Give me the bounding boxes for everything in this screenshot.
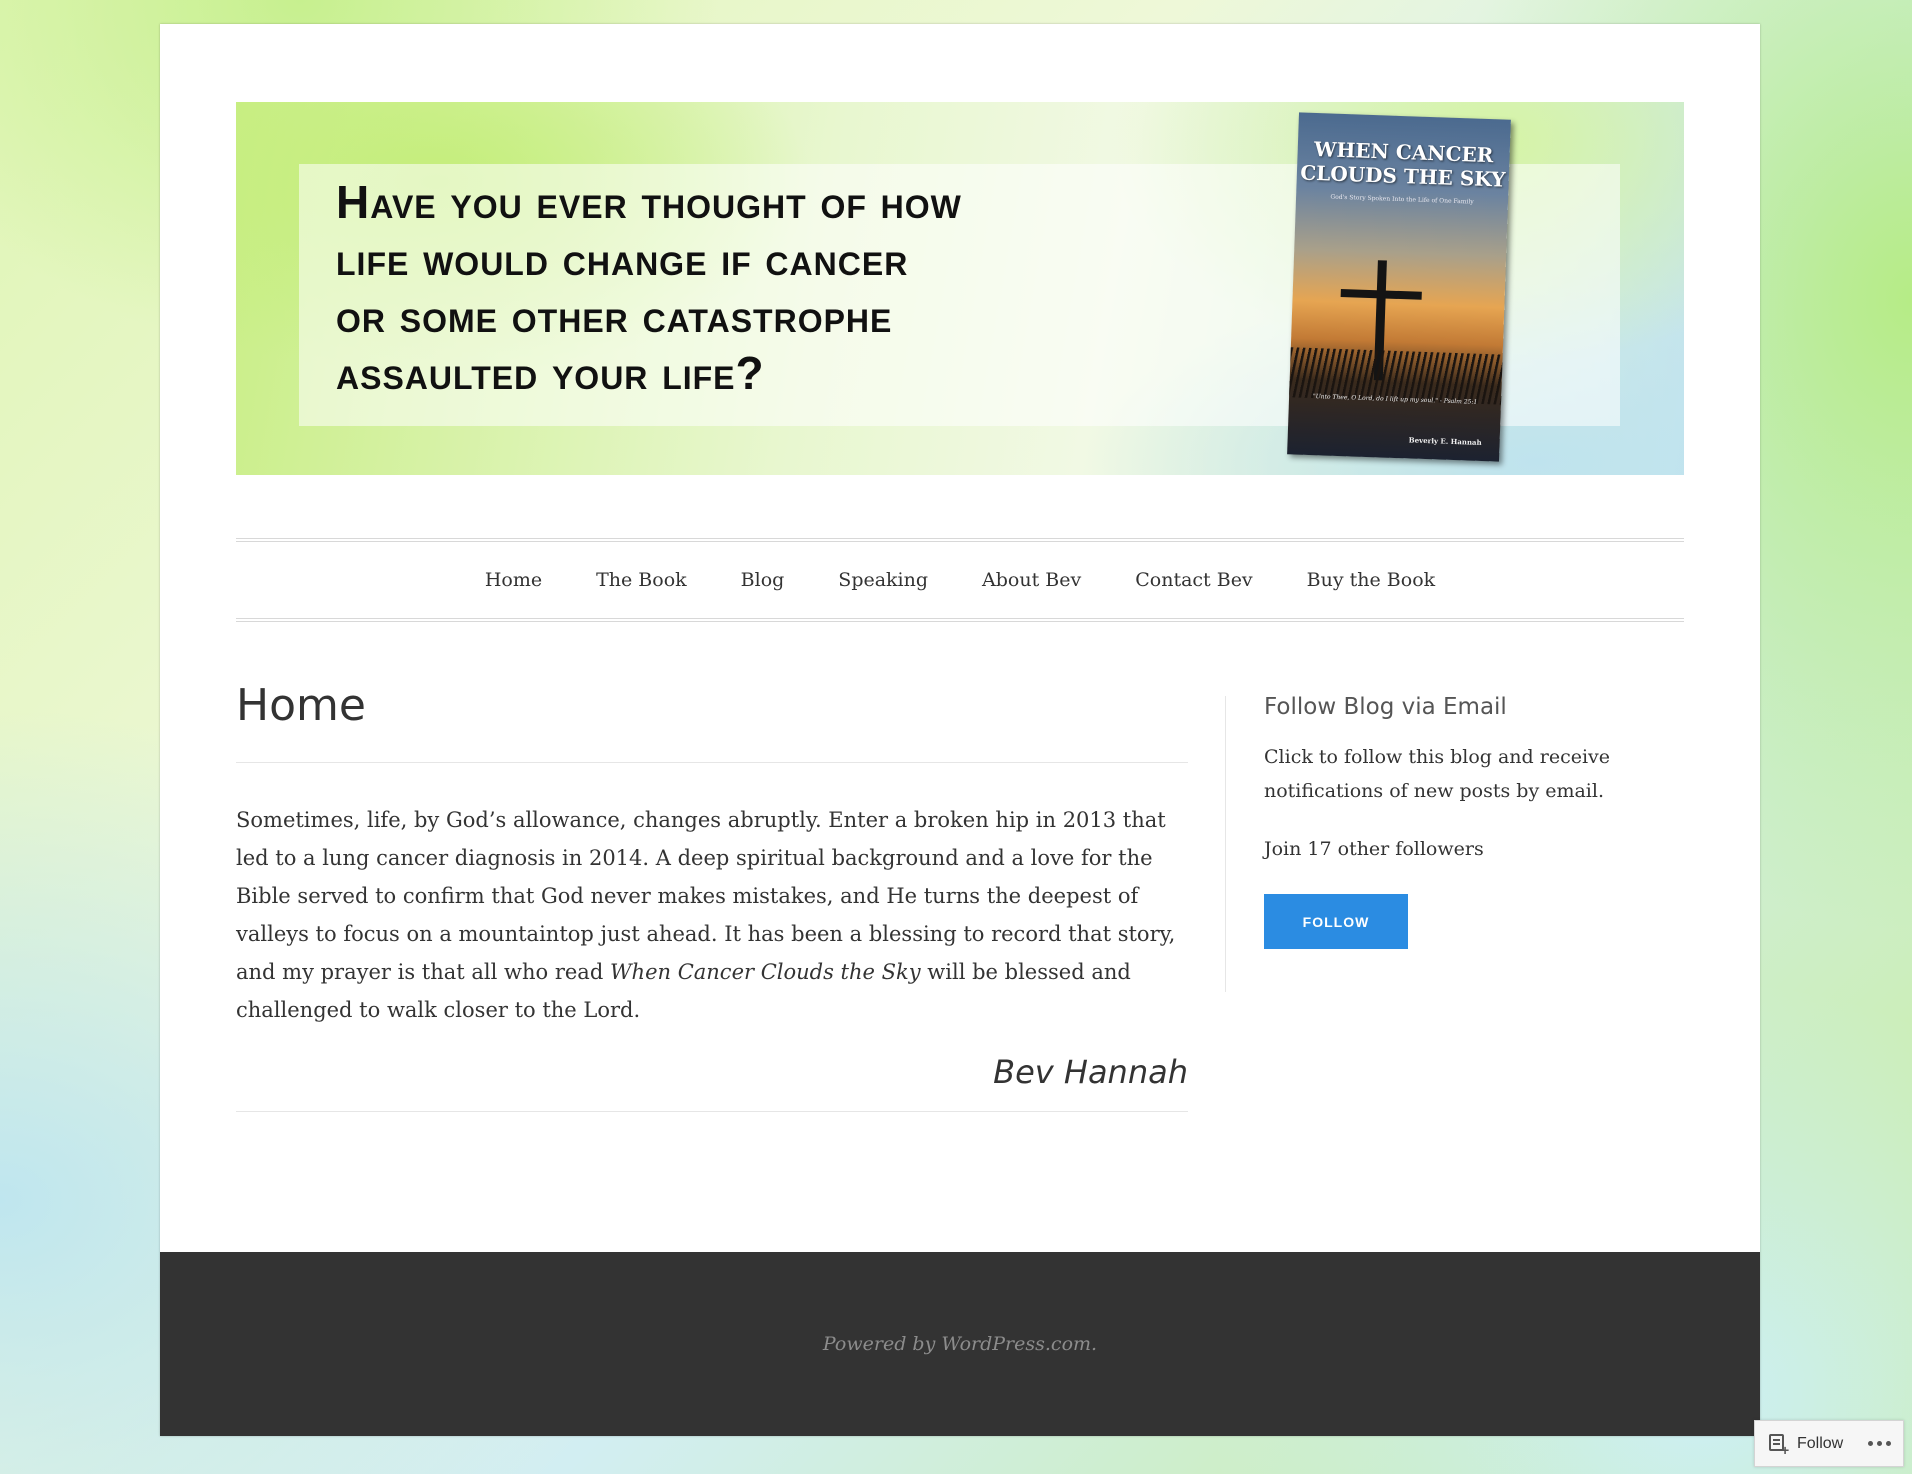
nav-item-buy-the-book[interactable]: Buy the Book xyxy=(1307,569,1435,591)
widget-description: Click to follow this blog and receive no… xyxy=(1264,746,1611,802)
more-options-icon[interactable] xyxy=(1868,1441,1891,1446)
nav-item-blog[interactable]: Blog xyxy=(741,569,785,591)
sidebar-follow-widget: Follow Blog via Email Click to follow th… xyxy=(1264,694,1644,949)
header-banner-image[interactable]: Have you ever thought of how life would … xyxy=(236,102,1684,475)
nav-item-about-bev[interactable]: About Bev xyxy=(982,569,1081,591)
book-cover-subtitle: God's Story Spoken Into the Life of One … xyxy=(1330,193,1474,206)
banner-headline: Have you ever thought of how life would … xyxy=(336,176,962,399)
reader-follow-icon: + xyxy=(1769,1433,1789,1457)
page-title: Home xyxy=(236,664,1188,763)
main-navigation: Home The Book Blog Speaking About Bev Co… xyxy=(236,538,1684,622)
followers-count-text: Join 17 other followers xyxy=(1264,838,1484,860)
powered-by-link[interactable]: Powered by WordPress.com. xyxy=(823,1333,1097,1355)
sidebar-divider xyxy=(1225,696,1226,992)
floating-follow-bar: + Follow xyxy=(1754,1420,1904,1467)
entry-body-text: Sometimes, life, by God’s allowance, cha… xyxy=(236,801,1188,1029)
body-text-part-1: Sometimes, life, by God’s allowance, cha… xyxy=(236,808,1176,984)
nav-item-contact-bev[interactable]: Contact Bev xyxy=(1135,569,1252,591)
nav-item-home[interactable]: Home xyxy=(485,569,542,591)
book-cover-image: WHEN CANCER CLOUDS THE SKY God's Story S… xyxy=(1287,112,1511,462)
main-content: Home Sometimes, life, by God’s allowance… xyxy=(236,664,1188,1112)
follow-button[interactable]: FOLLOW xyxy=(1264,894,1408,949)
cross-icon-beam xyxy=(1340,288,1422,300)
follow-bar-button[interactable]: + Follow xyxy=(1755,1433,1844,1457)
nav-item-speaking[interactable]: Speaking xyxy=(838,569,928,591)
author-signature: Bev Hannah xyxy=(236,1053,1188,1112)
site-footer: Powered by WordPress.com. xyxy=(160,1252,1760,1436)
widget-title: Follow Blog via Email xyxy=(1264,694,1507,720)
book-cover-title: WHEN CANCER CLOUDS THE SKY xyxy=(1299,136,1506,192)
follow-bar-label: Follow xyxy=(1797,1434,1844,1452)
nav-item-the-book[interactable]: The Book xyxy=(596,569,687,591)
book-cover-author: Beverly E. Hannah xyxy=(1408,435,1482,447)
book-title-emphasis: When Cancer Clouds the Sky xyxy=(609,960,921,984)
page-container: Have you ever thought of how life would … xyxy=(160,24,1760,1436)
